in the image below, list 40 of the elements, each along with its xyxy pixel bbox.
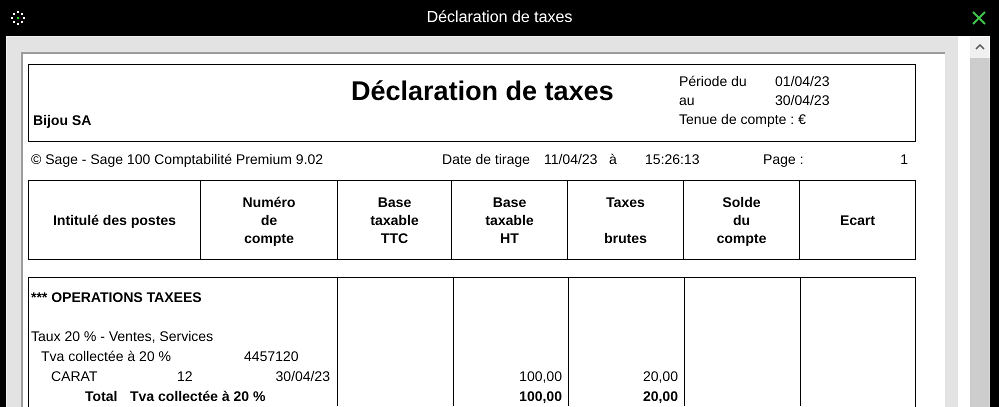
amount-cell-text: 100,00 bbox=[518, 387, 563, 406]
company-name: Bijou SA bbox=[33, 112, 92, 128]
group-label: Taux 20 % - Ventes, Services bbox=[31, 327, 214, 346]
account-label: Tva collectée à 20 % bbox=[41, 347, 171, 366]
amount-cell-text: 20,00 bbox=[642, 387, 679, 406]
at-label: à bbox=[609, 151, 617, 167]
period-date: 01/04/23 bbox=[775, 73, 830, 91]
period-date: 30/04/23 bbox=[775, 92, 830, 110]
column-header: Intitulé des postes bbox=[53, 211, 176, 229]
total-label: Total bbox=[85, 387, 118, 406]
column-header: Base taxable HT bbox=[485, 193, 534, 247]
report-title: Déclaration de taxes bbox=[351, 75, 615, 107]
scrollbar-thumb[interactable] bbox=[970, 58, 990, 407]
amount-cell-text: 20,00 bbox=[642, 367, 679, 386]
print-time: 15:26:13 bbox=[645, 151, 700, 167]
total-account-label: Tva collectée à 20 % bbox=[130, 387, 266, 406]
page-label: Page : bbox=[763, 151, 804, 167]
column-header: Base taxable TTC bbox=[370, 193, 419, 247]
entry-date: 30/04/23 bbox=[276, 367, 330, 386]
entry-label: CARAT bbox=[51, 367, 98, 386]
copyright-text: © Sage - Sage 100 Comptabilité Premium 9.02 bbox=[31, 151, 324, 167]
close-icon[interactable] bbox=[971, 10, 987, 26]
amount-cell-text: 100,00 bbox=[518, 367, 563, 386]
currency-label: Tenue de compte : € bbox=[679, 111, 807, 129]
window-title: Déclaration de taxes bbox=[426, 9, 572, 26]
period-label: au bbox=[679, 92, 696, 110]
section-title: *** OPERATIONS TAXEES bbox=[31, 288, 202, 307]
scroll-up-button[interactable] bbox=[970, 36, 990, 58]
period-label: Période du bbox=[679, 73, 748, 91]
print-date-label: Date de tirage bbox=[442, 151, 530, 167]
column-header: Numéro de compte bbox=[242, 193, 296, 247]
column-header: Taxes brutes bbox=[604, 193, 647, 247]
print-date: 11/04/23 bbox=[544, 151, 598, 167]
piece-number: 12 bbox=[177, 367, 193, 386]
account-number: 4457120 bbox=[244, 347, 299, 366]
chevron-up-icon bbox=[975, 44, 985, 50]
app-icon bbox=[11, 11, 25, 25]
page-number: 1 bbox=[900, 151, 908, 167]
column-header: Ecart bbox=[840, 211, 876, 229]
column-header: Solde du compte bbox=[716, 193, 766, 247]
